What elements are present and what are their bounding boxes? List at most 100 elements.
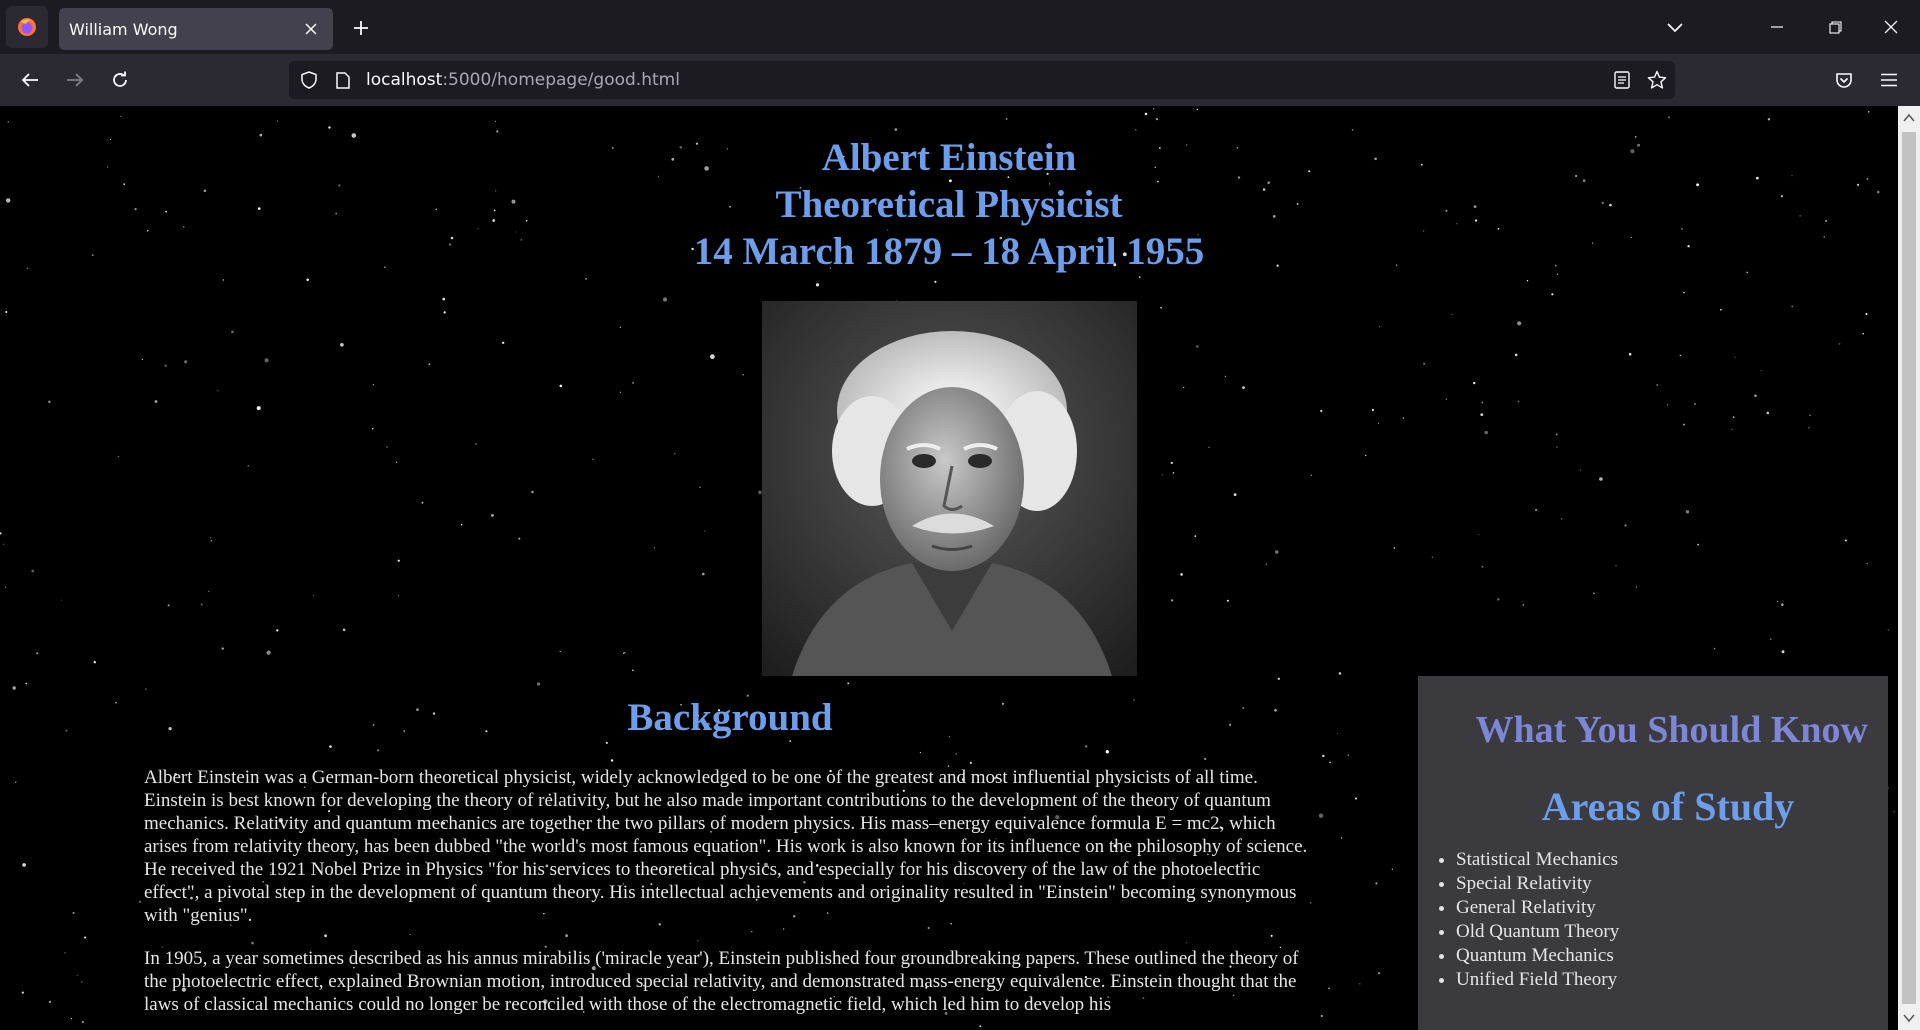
scroll-down-icon[interactable] bbox=[1903, 1012, 1915, 1024]
star bbox=[1667, 116, 1671, 119]
star bbox=[1445, 398, 1447, 400]
page-icon[interactable] bbox=[333, 70, 353, 90]
hamburger-icon[interactable] bbox=[1872, 63, 1906, 97]
star bbox=[847, 682, 850, 685]
star bbox=[231, 330, 234, 334]
star bbox=[1359, 983, 1361, 985]
pocket-icon[interactable] bbox=[1827, 63, 1861, 97]
star bbox=[559, 384, 563, 388]
star bbox=[663, 297, 667, 302]
restore-icon[interactable] bbox=[1812, 8, 1858, 46]
vertical-scrollbar[interactable] bbox=[1898, 106, 1920, 1030]
star bbox=[1683, 291, 1685, 294]
star bbox=[70, 1018, 73, 1020]
reload-icon[interactable] bbox=[103, 63, 137, 97]
close-icon[interactable] bbox=[301, 19, 321, 39]
reader-view-icon[interactable] bbox=[1612, 70, 1632, 90]
chevron-down-icon[interactable] bbox=[1660, 13, 1690, 43]
shield-icon[interactable] bbox=[299, 70, 319, 90]
star bbox=[1351, 129, 1354, 131]
star bbox=[1481, 401, 1484, 404]
star bbox=[1318, 813, 1324, 818]
star bbox=[1144, 112, 1148, 116]
star bbox=[386, 446, 388, 448]
star bbox=[1599, 477, 1603, 481]
firefox-icon[interactable] bbox=[6, 6, 48, 48]
star bbox=[1196, 108, 1199, 111]
star bbox=[1615, 564, 1617, 567]
star bbox=[76, 974, 78, 976]
star bbox=[815, 283, 820, 287]
star bbox=[1887, 629, 1889, 631]
star bbox=[1731, 428, 1733, 430]
star bbox=[93, 661, 97, 664]
star bbox=[117, 455, 120, 458]
star bbox=[1635, 586, 1638, 588]
star bbox=[421, 501, 424, 504]
list-item: Unified Field Theory bbox=[1456, 968, 1888, 992]
star bbox=[1808, 426, 1810, 429]
star bbox=[1275, 550, 1279, 554]
star bbox=[1153, 108, 1155, 110]
star bbox=[518, 537, 521, 540]
star bbox=[619, 391, 622, 393]
star bbox=[1697, 543, 1699, 546]
star bbox=[624, 652, 626, 654]
star bbox=[1196, 345, 1199, 348]
star bbox=[312, 594, 315, 596]
star bbox=[217, 390, 219, 392]
close-window-icon[interactable] bbox=[1868, 8, 1914, 46]
url-text[interactable]: localhost:5000/homepage/good.html bbox=[366, 70, 680, 90]
star bbox=[256, 406, 261, 411]
star bbox=[1478, 534, 1480, 535]
star bbox=[1579, 469, 1582, 471]
person-name: Albert Einstein bbox=[821, 136, 1077, 179]
star bbox=[1277, 677, 1281, 680]
star bbox=[60, 599, 62, 601]
star bbox=[1242, 386, 1245, 389]
scrollbar-thumb[interactable] bbox=[1902, 132, 1916, 1004]
star bbox=[1484, 430, 1488, 435]
plus-icon[interactable] bbox=[346, 13, 376, 43]
sidebar-title: What You Should Know bbox=[1475, 709, 1868, 751]
star bbox=[1551, 293, 1554, 296]
url-bar[interactable]: localhost:5000/homepage/good.html bbox=[289, 61, 1675, 99]
star bbox=[1893, 811, 1895, 813]
minimize-icon[interactable] bbox=[1754, 8, 1800, 46]
star bbox=[710, 354, 715, 360]
star bbox=[1770, 638, 1772, 640]
browser-tab[interactable]: William Wong bbox=[59, 8, 333, 50]
star bbox=[1391, 868, 1393, 870]
star bbox=[1310, 474, 1313, 476]
star bbox=[1866, 562, 1868, 565]
star bbox=[1535, 508, 1538, 511]
arrow-left-icon[interactable] bbox=[13, 63, 47, 97]
star bbox=[1624, 524, 1627, 527]
star-icon[interactable] bbox=[1647, 70, 1667, 90]
star bbox=[1682, 423, 1685, 426]
star bbox=[428, 363, 431, 366]
star bbox=[654, 547, 656, 549]
list-item: Quantum Mechanics bbox=[1456, 944, 1888, 968]
star bbox=[1561, 518, 1563, 520]
arrow-right-icon[interactable] bbox=[58, 63, 92, 97]
star bbox=[1628, 352, 1632, 356]
star bbox=[372, 427, 374, 430]
scroll-up-icon[interactable] bbox=[1903, 112, 1915, 124]
star bbox=[138, 900, 142, 903]
star bbox=[632, 381, 634, 384]
person-role: Theoretical Physicist bbox=[775, 183, 1123, 226]
star bbox=[25, 682, 28, 685]
star bbox=[164, 364, 167, 367]
star bbox=[1517, 321, 1522, 326]
star bbox=[623, 652, 625, 654]
star bbox=[222, 279, 224, 281]
star bbox=[3, 543, 5, 545]
background-paragraph-1: Albert Einstein was a German-born theore… bbox=[144, 767, 1308, 926]
star bbox=[120, 115, 122, 117]
star bbox=[7, 121, 10, 123]
star bbox=[742, 374, 744, 376]
star bbox=[22, 863, 26, 867]
star bbox=[36, 652, 39, 655]
page-header: Albert Einstein Theoretical Physicist 14… bbox=[0, 134, 1898, 275]
